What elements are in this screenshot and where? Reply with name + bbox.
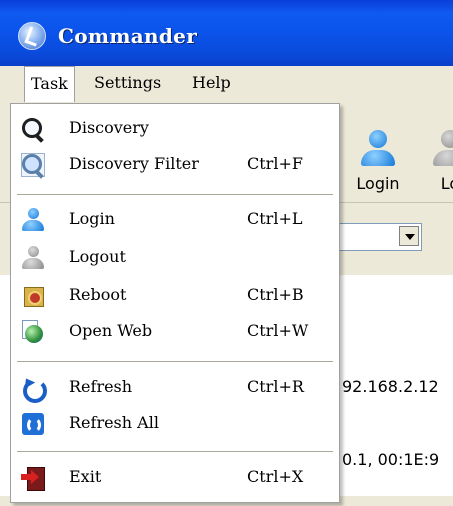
menu-separator [17,361,333,362]
device-mac-text: 0.1, 00:1E:9 [342,450,440,469]
menu-item-label: Discovery [69,118,149,137]
task-menu-dropdown: Discovery Discovery Filter Ctrl+F Login … [10,103,340,503]
reboot-icon [21,284,45,308]
window-title: Commander [58,24,198,48]
menu-item-reboot[interactable]: Reboot Ctrl+B [11,278,339,314]
menu-item-label: Exit [69,467,102,486]
chevron-down-icon[interactable] [399,226,419,246]
device-ip-text: 92.168.2.12 [342,377,439,396]
menu-item-refresh[interactable]: Refresh Ctrl+R [11,370,339,406]
menu-task[interactable]: Task [24,66,75,102]
menu-item-open-web[interactable]: Open Web Ctrl+W [11,314,339,350]
menu-item-label: Open Web [69,321,153,340]
web-page-icon [21,320,45,344]
menu-item-shortcut: Ctrl+B [247,285,304,304]
menu-item-label: Discovery Filter [69,154,199,173]
menu-item-label: Refresh [69,377,133,396]
menu-separator [17,194,333,195]
menu-item-shortcut: Ctrl+W [247,321,309,340]
menu-item-shortcut: Ctrl+L [247,209,303,228]
menu-separator [17,451,333,452]
menu-item-exit[interactable]: Exit Ctrl+X [11,460,339,496]
refresh-icon [20,375,47,403]
menu-item-login[interactable]: Login Ctrl+L [11,202,339,238]
menu-item-logout[interactable]: Logout [11,240,339,276]
login-user-icon [369,130,387,148]
menu-item-label: Refresh All [69,413,159,432]
logout-user-icon [21,246,45,270]
menu-bar: Task Settings Help [0,66,453,102]
refresh-all-icon [21,412,45,436]
menu-item-label: Login [69,209,115,228]
discovery-filter-icon [21,153,45,179]
menu-item-shortcut: Ctrl+R [247,377,304,396]
toolbar-login-button[interactable]: Login [348,130,408,193]
menu-item-label: Logout [69,247,126,266]
magnifier-icon [21,117,45,143]
exit-icon [21,466,45,491]
login-user-icon [21,208,45,232]
title-bar: Commander [0,0,453,66]
menu-item-discovery[interactable]: Discovery [11,111,339,147]
toolbar-login-label: Login [356,174,400,193]
menu-help[interactable]: Help [186,66,237,100]
app-icon [18,22,46,50]
menu-item-refresh-all[interactable]: Refresh All [11,406,339,442]
logout-user-icon [441,130,453,148]
menu-item-discovery-filter[interactable]: Discovery Filter Ctrl+F [11,147,339,183]
menu-settings[interactable]: Settings [88,66,167,100]
toolbar-logout-label: Lo [440,174,453,193]
menu-item-shortcut: Ctrl+F [247,154,303,173]
menu-item-shortcut: Ctrl+X [247,467,304,486]
menu-item-label: Reboot [69,285,127,304]
toolbar-logout-button[interactable]: Lo [420,130,453,193]
